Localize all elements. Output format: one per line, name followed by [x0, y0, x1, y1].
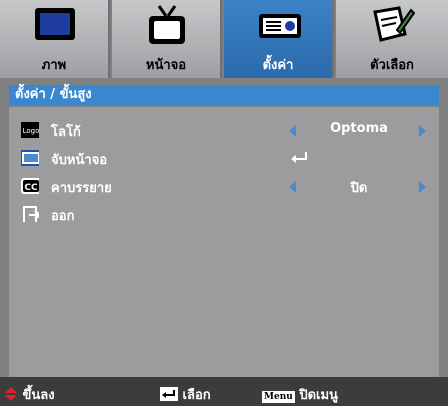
tab-display[interactable]: หน้าจอ	[112, 0, 222, 78]
page-title: ตั้งค่า / ขั้นสูง	[9, 85, 439, 105]
logo-icon: Logo	[21, 122, 39, 138]
menu-item-label: จับหน้าจอ	[51, 153, 108, 168]
menu-item-label: ออก	[51, 209, 75, 224]
exit-icon	[23, 206, 39, 222]
tab-label: หน้าจอ	[145, 58, 187, 73]
monitor-icon	[35, 8, 75, 40]
left-arrow-icon[interactable]	[289, 181, 296, 193]
right-arrow-icon[interactable]	[419, 181, 426, 193]
footer-close-menu: Menu ปิดเมนู	[262, 388, 338, 403]
svg-text:CC: CC	[24, 183, 38, 193]
footer-bar: ขึ้นลง เลือก Menu ปิดเมนู	[0, 377, 448, 406]
tab-options[interactable]: ตัวเลือก	[336, 0, 448, 78]
menu-item-screen-capture[interactable]: จับหน้าจอ	[9, 145, 439, 171]
tab-label: ตัวเลือก	[370, 58, 414, 73]
up-down-icon	[5, 387, 17, 401]
enter-key-icon	[160, 387, 178, 401]
svg-text:Logo: Logo	[23, 127, 39, 135]
cc-icon: CC	[21, 178, 39, 194]
projector-icon	[259, 14, 301, 38]
menu-item-logo[interactable]: Logo โลโก้ Optoma	[9, 117, 439, 143]
menu-item-label: คาบรรยาย	[51, 181, 112, 196]
right-arrow-icon[interactable]	[419, 125, 426, 137]
menu-key-icon: Menu	[262, 391, 295, 403]
tv-icon	[149, 5, 185, 44]
footer-select: เลือก	[160, 384, 211, 405]
tab-setup[interactable]: ตั้งค่า	[224, 0, 334, 78]
enter-icon[interactable]	[290, 151, 310, 165]
settings-menu: Logo โลโก้ Optoma จับหน้าจอ CC คาบรรยาย …	[9, 107, 439, 377]
tab-label: ตั้งค่า	[262, 58, 294, 73]
left-arrow-icon[interactable]	[289, 125, 296, 137]
menu-item-value: ปิด	[350, 181, 368, 196]
menu-item-label: โลโก้	[51, 125, 81, 140]
menu-item-value: Optoma	[330, 121, 388, 136]
screen-capture-icon	[21, 150, 39, 166]
tab-label: ภาพ	[41, 58, 67, 73]
edit-icon	[373, 6, 415, 42]
menu-item-closed-caption[interactable]: CC คาบรรยาย ปิด	[9, 173, 439, 199]
menu-item-exit[interactable]: ออก	[9, 201, 439, 227]
footer-move: ขึ้นลง	[4, 384, 55, 405]
tab-bar: ภาพ หน้าจอ ตั้งค่า ตัวเลือก	[0, 0, 448, 78]
tab-picture[interactable]: ภาพ	[0, 0, 110, 78]
